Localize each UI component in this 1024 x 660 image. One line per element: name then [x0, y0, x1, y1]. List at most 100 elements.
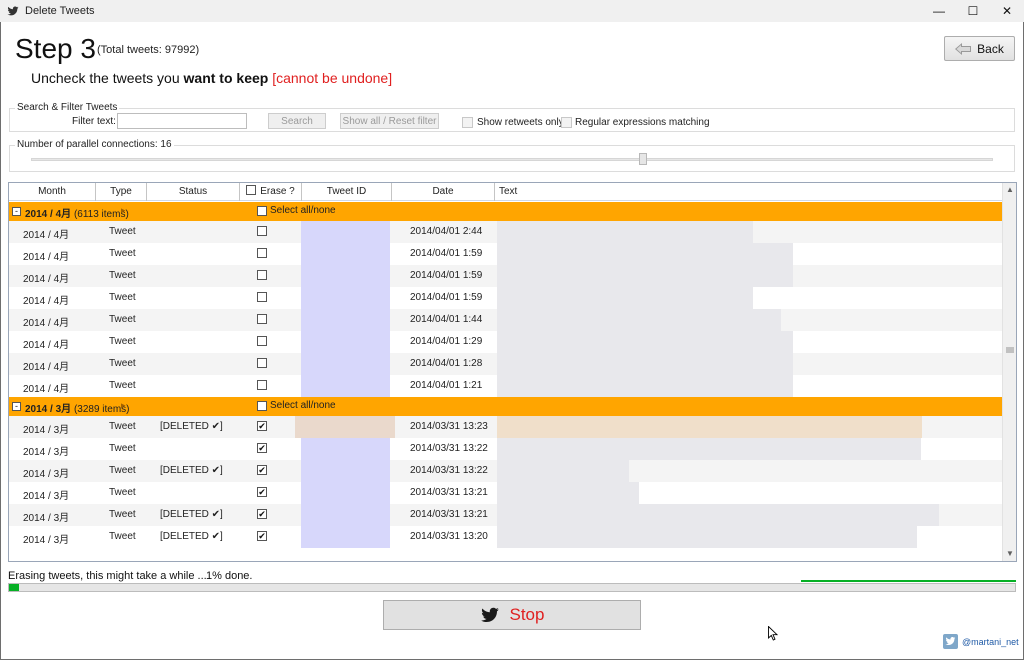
erase-checkbox[interactable]: ✔	[257, 487, 267, 497]
column-status[interactable]: Status	[147, 183, 240, 201]
cell-month: 2014 / 3月	[23, 425, 70, 436]
group-header-row[interactable]: -2014 / 3月 (3289 items) ▸ Select all/none	[9, 397, 1002, 416]
twitter-bird-icon	[480, 607, 500, 623]
table-row[interactable]: 2014 / 4月 Tweet 2014/04/01 1:59	[9, 265, 1002, 287]
cell-date: 2014/04/01 2:44	[410, 226, 483, 237]
window-title: Delete Tweets	[25, 5, 95, 17]
cell-type: Tweet	[109, 443, 136, 454]
chevron-right-icon: ▸	[121, 205, 126, 215]
table-row[interactable]: 2014 / 4月 Tweet 2014/04/01 1:59	[9, 287, 1002, 309]
erase-checkbox[interactable]	[257, 358, 267, 368]
collapse-toggle-icon[interactable]: -	[12, 402, 21, 411]
cell-month: 2014 / 4月	[23, 252, 70, 263]
connections-legend: Number of parallel connections: 16	[15, 139, 174, 150]
table-row[interactable]: 2014 / 3月 Tweet [DELETED ✔] ✔ 2014/03/31 13:…	[9, 416, 1002, 438]
cell-type: Tweet	[109, 421, 136, 432]
erase-checkbox[interactable]	[257, 270, 267, 280]
regex-checkbox[interactable]	[561, 117, 572, 128]
search-filter-legend: Search & Filter Tweets	[15, 102, 120, 113]
cell-tweet-id-redacted	[301, 309, 390, 331]
scroll-thumb[interactable]	[1006, 347, 1014, 353]
group-title: 2014 / 3月 (3289 items)	[25, 400, 130, 415]
title-bar: Delete Tweets — ☐ ✕	[0, 0, 1024, 22]
erase-checkbox[interactable]	[257, 380, 267, 390]
erase-checkbox[interactable]: ✔	[257, 421, 267, 431]
group-title: 2014 / 4月 (6113 items)	[25, 205, 129, 220]
select-all-checkbox[interactable]	[257, 401, 267, 411]
back-button[interactable]: Back	[944, 36, 1015, 61]
minimize-button[interactable]: —	[922, 0, 956, 22]
scroll-up-icon[interactable]: ▲	[1003, 183, 1016, 197]
cell-text-redacted	[497, 331, 793, 353]
erase-checkbox[interactable]: ✔	[257, 509, 267, 519]
cell-type: Tweet	[109, 314, 136, 325]
percent-text: 1% done.	[206, 570, 253, 582]
cell-type: Tweet	[109, 487, 136, 498]
cell-month: 2014 / 4月	[23, 340, 70, 351]
erase-checkbox[interactable]: ✔	[257, 531, 267, 541]
cell-tweet-id-redacted	[301, 438, 390, 460]
table-row[interactable]: 2014 / 4月 Tweet 2014/04/01 2:44	[9, 221, 1002, 243]
filter-text-input[interactable]	[117, 113, 247, 129]
table-row[interactable]: 2014 / 4月 Tweet 2014/04/01 1:28	[9, 353, 1002, 375]
maximize-button[interactable]: ☐	[956, 0, 990, 22]
author-credit-link[interactable]: @martani_net	[962, 637, 1019, 647]
select-all-checkbox[interactable]	[257, 206, 267, 216]
cell-type: Tweet	[109, 270, 136, 281]
table-row[interactable]: 2014 / 4月 Tweet 2014/04/01 1:59	[9, 243, 1002, 265]
table-row[interactable]: 2014 / 3月 Tweet ✔ 2014/03/31 13:22	[9, 438, 1002, 460]
stop-button[interactable]: Stop	[383, 600, 641, 630]
cell-tweet-id-redacted	[301, 243, 390, 265]
search-button[interactable]: Search	[268, 113, 326, 129]
cell-type: Tweet	[109, 531, 136, 542]
erase-all-checkbox[interactable]	[246, 185, 257, 195]
cell-type: Tweet	[109, 509, 136, 520]
scroll-down-icon[interactable]: ▼	[1003, 547, 1016, 561]
cell-date: 2014/03/31 13:22	[410, 443, 488, 454]
column-date[interactable]: Date	[392, 183, 495, 201]
erase-checkbox[interactable]: ✔	[257, 465, 267, 475]
instruction: Uncheck the tweets you want to keep [can…	[31, 70, 392, 86]
table-row[interactable]: 2014 / 4月 Tweet 2014/04/01 1:21	[9, 375, 1002, 397]
connections-slider-track[interactable]	[31, 158, 993, 161]
column-tweet-id[interactable]: Tweet ID	[302, 183, 392, 201]
erase-checkbox[interactable]	[257, 336, 267, 346]
vertical-scrollbar[interactable]: ▲ ▼	[1002, 183, 1016, 561]
back-arrow-icon	[955, 42, 972, 55]
progress-fill	[9, 584, 20, 591]
cell-tweet-id-redacted	[301, 504, 390, 526]
collapse-toggle-icon[interactable]: -	[12, 207, 21, 216]
erase-checkbox[interactable]: ✔	[257, 443, 267, 453]
cell-text-redacted	[497, 243, 793, 265]
cell-text-redacted	[497, 221, 753, 243]
group-name: 2014 / 4月	[25, 209, 72, 220]
column-type[interactable]: Type	[96, 183, 147, 201]
erase-checkbox[interactable]	[257, 314, 267, 324]
twitter-badge-icon	[943, 634, 958, 649]
close-button[interactable]: ✕	[990, 0, 1024, 22]
table-row[interactable]: 2014 / 3月 Tweet [DELETED ✔] ✔ 2014/03/31 13:…	[9, 504, 1002, 526]
cell-status: [DELETED ✔]	[160, 509, 223, 520]
connections-slider-thumb[interactable]	[639, 153, 647, 165]
cell-text-redacted	[497, 375, 793, 397]
total-tweets: (Total tweets: 97992)	[97, 44, 200, 56]
column-text[interactable]: Text	[495, 183, 1002, 201]
table-row[interactable]: 2014 / 3月 Tweet [DELETED ✔] ✔ 2014/03/31 13:…	[9, 526, 1002, 548]
progress-accent-line	[801, 580, 1016, 582]
cell-tweet-id-redacted	[301, 221, 390, 243]
reset-filter-button[interactable]: Show all / Reset filter	[340, 113, 439, 129]
column-month[interactable]: Month	[9, 183, 96, 201]
erase-checkbox[interactable]	[257, 226, 267, 236]
table-row[interactable]: 2014 / 4月 Tweet 2014/04/01 1:29	[9, 331, 1002, 353]
column-erase[interactable]: Erase ?	[240, 183, 302, 201]
table-row[interactable]: 2014 / 4月 Tweet 2014/04/01 1:44	[9, 309, 1002, 331]
erase-checkbox[interactable]	[257, 248, 267, 258]
cell-status: [DELETED ✔]	[160, 531, 223, 542]
table-row[interactable]: 2014 / 3月 Tweet [DELETED ✔] ✔ 2014/03/31 13:…	[9, 460, 1002, 482]
group-header-row[interactable]: -2014 / 4月 (6113 items) ▸ Select all/none	[9, 202, 1002, 221]
retweets-only-checkbox[interactable]	[462, 117, 473, 128]
table-row[interactable]: 2014 / 3月 Tweet ✔ 2014/03/31 13:21	[9, 482, 1002, 504]
erase-checkbox[interactable]	[257, 292, 267, 302]
column-erase-label: Erase ?	[260, 186, 295, 197]
cell-tweet-id-redacted	[295, 416, 395, 438]
